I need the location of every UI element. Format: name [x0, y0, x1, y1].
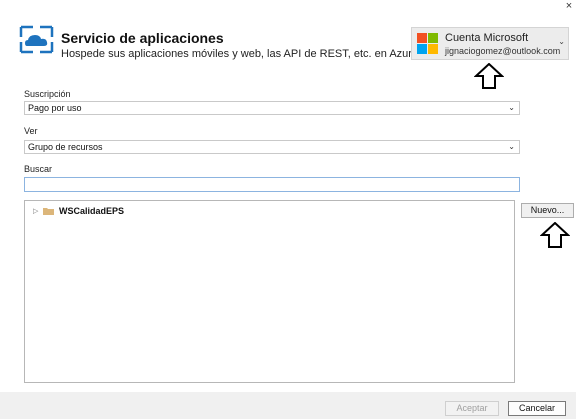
account-name: Cuenta Microsoft — [445, 32, 529, 44]
microsoft-logo-icon — [417, 33, 439, 55]
tree-item[interactable]: ▷ WSCalidadEPS — [33, 205, 124, 217]
chevron-down-icon: ⌄ — [558, 37, 565, 46]
page-title: Servicio de aplicaciones — [61, 30, 224, 46]
arrow-up-icon — [474, 63, 504, 89]
chevron-down-icon: ⌄ — [508, 103, 515, 112]
search-label: Buscar — [24, 164, 53, 174]
subscription-dropdown[interactable]: Pago por uso ⌄ — [24, 101, 520, 115]
subscription-label: Suscripción — [24, 89, 71, 99]
cloud-app-service-icon — [19, 25, 54, 54]
view-dropdown[interactable]: Grupo de recursos ⌄ — [24, 140, 520, 154]
folder-icon — [43, 208, 54, 215]
cancel-button[interactable]: Cancelar — [508, 401, 566, 416]
new-button[interactable]: Nuevo... — [521, 203, 574, 218]
arrow-up-icon — [540, 222, 570, 248]
account-email: jignaciogomez@outlook.com — [445, 46, 561, 56]
tree-item-label: WSCalidadEPS — [59, 206, 125, 216]
page-subtitle: Hospede sus aplicaciones móviles y web, … — [61, 48, 419, 60]
view-label: Ver — [24, 126, 38, 136]
account-selector[interactable]: Cuenta Microsoft jignaciogomez@outlook.c… — [411, 27, 569, 60]
view-value: Grupo de recursos — [28, 142, 103, 152]
close-button[interactable]: × — [564, 0, 574, 12]
accept-button[interactable]: Aceptar — [445, 401, 499, 416]
expand-arrow-icon[interactable]: ▷ — [33, 207, 43, 215]
search-input[interactable] — [24, 177, 520, 192]
subscription-value: Pago por uso — [28, 103, 82, 113]
resource-tree[interactable]: ▷ WSCalidadEPS — [24, 200, 515, 383]
chevron-down-icon: ⌄ — [508, 142, 515, 151]
